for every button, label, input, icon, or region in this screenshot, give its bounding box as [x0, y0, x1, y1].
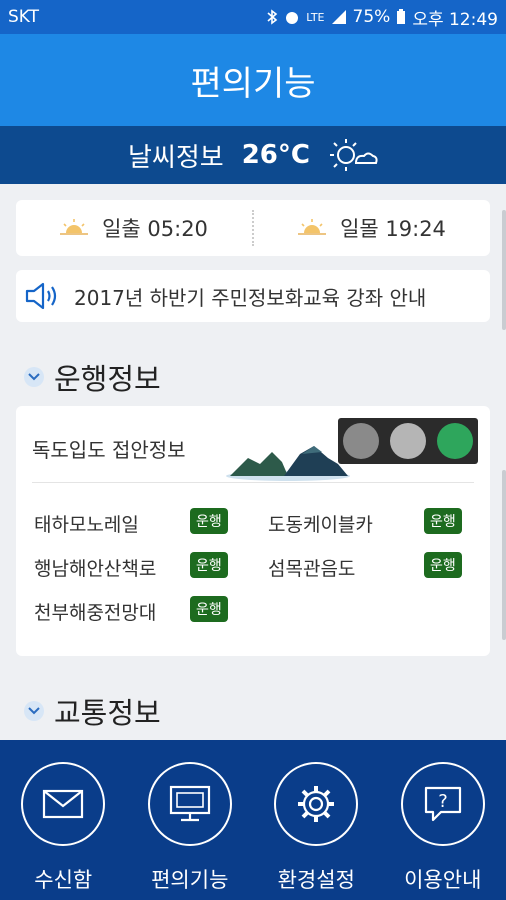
route-name: 행남해안산책로 — [34, 558, 157, 580]
chevron-down-icon — [24, 701, 44, 721]
section-label: 운행정보 — [54, 362, 161, 396]
signal-icon — [331, 10, 346, 24]
island-illustration — [226, 446, 350, 481]
route-name: 도동케이블카 — [268, 514, 373, 536]
traffic-light — [338, 418, 478, 464]
network-label: LTE — [306, 10, 325, 24]
nav-label: 수신함 — [34, 868, 93, 892]
status-badge: 운행 — [190, 508, 228, 534]
dokdo-heading: 독도입도 접안정보 — [32, 438, 186, 462]
nav-label: 이용안내 — [404, 868, 482, 892]
mail-icon — [21, 762, 106, 846]
status-badge: 운행 — [190, 596, 228, 622]
app-bar: 편의기능 — [0, 34, 506, 126]
gear-icon — [274, 762, 359, 846]
nav-item-settings[interactable]: 환경설정 — [253, 740, 379, 900]
notice-card[interactable]: 2017년 하반기 주민정보화교육 강좌 안내 — [16, 270, 490, 322]
route-name: 태하모노레일 — [34, 514, 139, 536]
green-light — [436, 423, 473, 459]
sunrise-text: 일출 05:20 — [102, 217, 208, 241]
sun-times-card: 일출 05:20 일몰 19:24 — [16, 200, 490, 256]
notice-text: 2017년 하반기 주민정보화교육 강좌 안내 — [74, 285, 427, 310]
operation-section-title[interactable]: 운행정보 — [24, 356, 161, 398]
partly-cloudy-icon — [329, 139, 378, 171]
temperature-value: 26°C — [241, 140, 310, 170]
bottom-nav: 수신함 편의기능 환경설정 ? 이용안내 — [0, 740, 506, 900]
status-badge: 운행 — [190, 552, 228, 578]
svg-text:?: ? — [438, 791, 448, 812]
status-bar: SKT LTE 75% 오후 12:49 — [0, 0, 506, 34]
weather-label: 날씨정보 — [128, 142, 224, 173]
monitor-icon — [147, 762, 232, 846]
status-badge: 운행 — [424, 508, 462, 534]
yellow-light — [389, 423, 426, 459]
operation-card: 독도입도 접안정보 태하모노레일 운행 도동케이블카 운행 행남해안산책로 운행… — [16, 406, 490, 656]
speaker-icon — [25, 282, 57, 310]
route-name: 천부해중전망대 — [34, 602, 157, 624]
section-label: 교통정보 — [54, 696, 161, 730]
sunset-text: 일몰 19:24 — [340, 217, 446, 241]
nav-item-inbox[interactable]: 수신함 — [0, 740, 126, 900]
clock-label: 오후 12:49 — [412, 9, 498, 30]
scroll-indicator — [502, 470, 506, 640]
page-title: 편의기능 — [190, 63, 316, 104]
nav-label: 편의기능 — [151, 868, 229, 892]
scroll-indicator — [502, 210, 506, 330]
help-icon: ? — [400, 762, 485, 846]
nav-label: 환경설정 — [277, 868, 355, 892]
battery-label: 75% — [352, 7, 391, 27]
alarm-icon — [286, 12, 299, 24]
nav-item-convenience[interactable]: 편의기능 — [127, 740, 253, 900]
battery-icon — [397, 9, 406, 24]
nav-item-help[interactable]: ? 이용안내 — [380, 740, 506, 900]
carrier-label: SKT — [8, 7, 40, 27]
status-icons: LTE 75% 오후 12:49 — [266, 5, 498, 30]
status-badge: 운행 — [424, 552, 462, 578]
bluetooth-icon — [267, 9, 278, 25]
chevron-down-icon — [24, 367, 44, 387]
sunset-block: 일몰 19:24 — [254, 213, 490, 243]
separator — [32, 482, 474, 483]
sunset-icon — [298, 219, 327, 235]
sunrise-icon — [60, 219, 89, 235]
sunrise-block: 일출 05:20 — [16, 213, 252, 243]
traffic-section-title[interactable]: 교통정보 — [24, 690, 161, 732]
red-light — [343, 423, 380, 459]
route-name: 섬목관음도 — [268, 558, 356, 580]
weather-bar[interactable]: 날씨정보 26°C — [0, 126, 506, 184]
